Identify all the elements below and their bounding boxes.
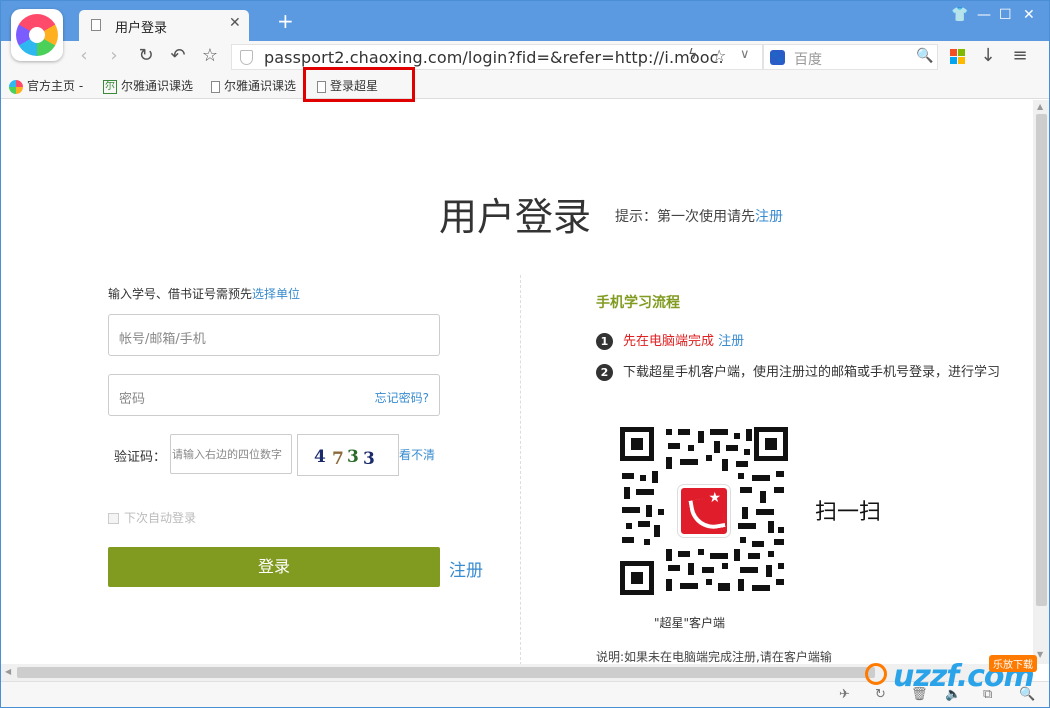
watermark-logo: uzzf.com 乐放下载 [859, 653, 1049, 701]
login-button[interactable]: 登录 [108, 547, 440, 587]
chaoxing-logo-icon [678, 485, 730, 537]
hint-register-link[interactable]: 注册 [755, 209, 783, 225]
chevron-down-icon[interactable]: ∨ [740, 47, 750, 62]
erya-icon: 尔 [103, 79, 117, 94]
new-tab-button[interactable]: + [277, 9, 294, 33]
qr-finder [754, 427, 788, 461]
favorite-star-icon[interactable]: ☆ [199, 45, 221, 67]
mobile-flow-title: 手机学习流程 [596, 295, 680, 311]
step-number: 1 [596, 333, 613, 350]
browser-logo-icon[interactable] [11, 9, 63, 61]
search-icon[interactable]: 🔍 [916, 48, 933, 64]
page-icon [211, 80, 220, 93]
menu-icon[interactable]: ≡ [1009, 45, 1031, 67]
captcha-refresh-link[interactable]: 看不清 [399, 446, 435, 463]
search-placeholder[interactable]: 百度 [794, 49, 822, 69]
page-icon [91, 19, 101, 31]
bookmark-erya-2[interactable]: 尔雅通识课选 [211, 77, 296, 95]
bookmark-star-icon[interactable]: ☆ [712, 46, 726, 65]
scroll-left-icon[interactable]: ◀ [5, 667, 11, 676]
vertical-scrollbar[interactable]: ▲ ▼ [1033, 100, 1049, 664]
forgot-password-link[interactable]: 忘记密码? [375, 389, 429, 406]
login-prompt: 输入学号、借书证号需预先选择单位 [108, 287, 301, 301]
tab-user-login[interactable]: 用户登录 ✕ [79, 10, 249, 41]
tab-title: 用户登录 [115, 21, 168, 36]
bookmarks-bar: 官方主页 - 尔尔雅通识课选 尔雅通识课选 登录超星 [1, 73, 1049, 99]
search-box[interactable]: 🐾 百度 🔍 [763, 44, 938, 70]
apps-icon[interactable] [950, 49, 965, 64]
account-input[interactable]: 帐号/邮箱/手机 [108, 314, 440, 356]
highlight-box [303, 67, 415, 102]
security-shield-icon [240, 50, 253, 65]
captcha-char: 3 [363, 449, 375, 469]
divider [520, 275, 521, 664]
captcha-image[interactable]: 4 7 3 3 [297, 434, 399, 476]
download-icon[interactable]: ↓ [977, 45, 999, 67]
title-bar: 用户登录 ✕ + 👕 — ☐ ✕ [1, 1, 1049, 61]
step-number: 2 [596, 364, 613, 381]
tab-close-icon[interactable]: ✕ [229, 15, 241, 31]
register-link[interactable]: 注册 [449, 556, 483, 581]
step-2: 2 下载超星手机客户端，使用注册过的邮箱或手机号登录，进行学习 [596, 361, 1000, 381]
browser-small-logo-icon [9, 79, 23, 94]
back-icon[interactable]: ‹ [73, 45, 95, 67]
skin-icon[interactable]: 👕 [951, 7, 968, 23]
bookmark-official-home[interactable]: 官方主页 - [9, 77, 83, 95]
baidu-icon: 🐾 [770, 50, 785, 65]
captcha-input[interactable]: 请输入右边的四位数字 [170, 434, 292, 474]
speed-mode-icon[interactable]: ϟ [688, 47, 697, 63]
scan-label: 扫一扫 [815, 500, 882, 525]
qr-caption: "超星"客户端 [654, 616, 726, 630]
minimize-icon[interactable]: — [977, 7, 991, 23]
step-1: 1 先在电脑端完成 注册 [596, 330, 744, 350]
password-input[interactable]: 密码 忘记密码? [108, 374, 440, 416]
bookmark-erya-1[interactable]: 尔尔雅通识课选 [103, 77, 193, 95]
qr-finder [620, 561, 654, 595]
window-close-icon[interactable]: ✕ [1023, 7, 1035, 23]
select-unit-link[interactable]: 选择单位 [252, 287, 300, 301]
note-text: 说明:如果未在电脑端完成注册,请在客户端输 [596, 650, 832, 664]
pin-icon[interactable]: ✈ [839, 687, 850, 702]
step-register-link[interactable]: 注册 [718, 334, 744, 349]
undo-close-icon[interactable]: ↶ [167, 45, 189, 67]
page-content: 用户登录 提示：第一次使用请先注册 输入学号、借书证号需预先选择单位 帐号/邮箱… [1, 100, 1033, 664]
refresh-icon[interactable]: ↻ [135, 45, 157, 67]
captcha-char: 7 [332, 449, 344, 469]
captcha-char: 4 [314, 447, 326, 467]
checkbox-icon[interactable] [108, 513, 119, 524]
captcha-char: 3 [347, 447, 359, 467]
captcha-label: 验证码： [114, 450, 167, 465]
watermark-icon [865, 663, 887, 685]
scroll-up-icon[interactable]: ▲ [1037, 102, 1043, 111]
browser-window: 用户登录 ✕ + 👕 — ☐ ✕ ‹ › ↻ ↶ ☆ passport2.cha… [0, 0, 1050, 708]
navigation-toolbar: ‹ › ↻ ↶ ☆ passport2.chaoxing.com/login?f… [1, 41, 1049, 73]
vertical-scroll-thumb[interactable] [1036, 114, 1047, 606]
maximize-icon[interactable]: ☐ [999, 7, 1012, 23]
horizontal-scroll-thumb[interactable] [17, 667, 875, 678]
qr-finder [620, 427, 654, 461]
register-hint: 提示：第一次使用请先注册 [615, 209, 783, 225]
forward-icon[interactable]: › [103, 45, 125, 67]
qr-code [618, 425, 790, 597]
auto-login-checkbox[interactable]: 下次自动登录 [108, 509, 196, 526]
url-text[interactable]: passport2.chaoxing.com/login?fid=&refer=… [264, 48, 724, 67]
page-title: 用户登录 [439, 195, 592, 239]
